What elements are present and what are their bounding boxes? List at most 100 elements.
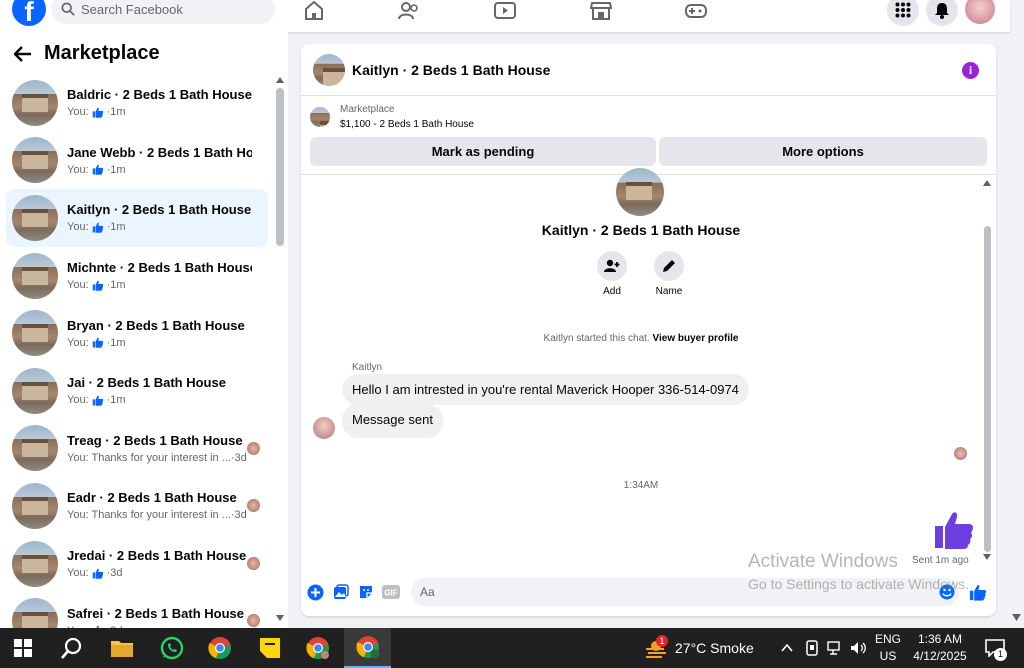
chrome-active-button[interactable]: [344, 628, 391, 668]
conversation-item[interactable]: Treag · 2 Beds 1 Bath House You: Thanks f…: [6, 420, 268, 478]
mark-as-pending-button[interactable]: Mark as pending: [310, 137, 656, 166]
conversation-item[interactable]: Michnte · 2 Beds 1 Bath House You: ·1m: [6, 247, 268, 305]
add-label: Add: [603, 286, 621, 297]
gaming-icon[interactable]: [682, 0, 710, 22]
back-arrow-icon[interactable]: [14, 45, 32, 62]
conversation-preview: You: ·1m: [67, 164, 252, 176]
video-icon[interactable]: [491, 0, 519, 22]
listing-avatar: [12, 425, 58, 472]
weather-text[interactable]: 27°C Smoke: [675, 628, 765, 668]
gif-icon[interactable]: GIF: [382, 583, 400, 601]
weather-widget-icon[interactable]: 1: [640, 628, 672, 668]
conversation-preview: You: ·1m: [67, 394, 252, 406]
windows-taskbar: 1 27°C Smoke ENG US 1:36 AM 4/12/2025 1: [0, 628, 1024, 668]
folder-icon: [111, 641, 133, 657]
send-like-icon[interactable]: [969, 583, 987, 601]
start-button[interactable]: [0, 628, 46, 668]
plus-icon[interactable]: [306, 583, 324, 601]
file-explorer-button[interactable]: [100, 628, 144, 668]
conversation-name: Bryan · 2 Beds 1 Bath House: [67, 317, 245, 333]
photo-icon[interactable]: [332, 583, 350, 601]
pencil-icon: [663, 260, 675, 272]
sender-avatar[interactable]: [313, 417, 335, 439]
marketplace-icon[interactable]: [587, 0, 615, 22]
home-icon[interactable]: [300, 0, 328, 22]
listing-avatar: [12, 252, 58, 299]
listing-small-thumbnail: [310, 107, 330, 127]
conversation-item[interactable]: Eadr · 2 Beds 1 Bath House You: Thanks fo…: [6, 477, 268, 535]
listing-summary[interactable]: Marketplace $1,100 - 2 Beds 1 Bath House: [310, 104, 474, 130]
conversation-name: Eadr · 2 Beds 1 Bath House: [67, 490, 237, 506]
taskbar-search-button[interactable]: [50, 628, 94, 668]
listing-avatar: [12, 367, 58, 414]
show-hidden-icons-chevron-icon[interactable]: [778, 628, 796, 668]
add-action[interactable]: Add: [587, 251, 637, 297]
preview-time: ·1m: [106, 221, 126, 234]
conversation-name: Treag · 2 Beds 1 Bath House: [67, 432, 243, 448]
bell-icon: [935, 2, 949, 19]
conversation-item[interactable]: Baldric · 2 Beds 1 Bath House You: ·1m: [6, 74, 268, 132]
conversation-item[interactable]: Jredai · 2 Beds 1 Bath House You: ·3d: [6, 535, 268, 593]
conversation-preview: You: Thanks for your interest in ... ·3d: [67, 509, 252, 521]
svg-text:GIF: GIF: [384, 589, 397, 598]
sticky-notes-icon: [260, 638, 280, 658]
chrome-button[interactable]: [198, 628, 242, 668]
search-input[interactable]: Search Facebook: [51, 0, 275, 24]
meet-now-icon[interactable]: [802, 628, 822, 668]
page-scroll-down-icon[interactable]: [1012, 614, 1021, 621]
volume-icon[interactable]: [848, 628, 870, 668]
message-bubble[interactable]: Hello I am intrested in you're rental Ma…: [342, 374, 749, 405]
seen-avatar: [247, 499, 260, 513]
friends-icon[interactable]: [395, 0, 423, 22]
clock[interactable]: 1:36 AM 4/12/2025: [908, 628, 972, 668]
action-center-button[interactable]: 1: [980, 628, 1010, 668]
scroll-up-arrow-icon[interactable]: [983, 180, 991, 186]
account-avatar[interactable]: [965, 0, 995, 24]
conversation-name: Michnte · 2 Beds 1 Bath House: [67, 260, 252, 276]
thumbs-up-icon[interactable]: [933, 510, 975, 550]
whatsapp-icon: [160, 636, 184, 660]
thumbs-up-icon: [92, 568, 103, 579]
thumbs-up-icon: [92, 165, 103, 176]
search-placeholder: Search Facebook: [81, 1, 183, 17]
listing-avatar: [12, 310, 58, 357]
sticky-notes-button[interactable]: [248, 628, 292, 668]
whatsapp-button[interactable]: [150, 628, 194, 668]
scroll-down-arrow-icon[interactable]: [983, 554, 991, 560]
facebook-logo[interactable]: f: [12, 0, 46, 26]
conversation-list: Baldric · 2 Beds 1 Bath House You: ·1m Jane…: [6, 74, 268, 650]
conversation-item[interactable]: Jane Webb · 2 Beds 1 Bath House You: ·1m: [6, 132, 268, 190]
conversation-item[interactable]: Kaitlyn · 2 Beds 1 Bath House You: ·1m: [6, 189, 268, 247]
watermark-title: Activate Windows: [748, 551, 898, 572]
conversation-preview: You: ·1m: [67, 337, 252, 349]
conversation-preview: You: ·1m: [67, 221, 252, 233]
listing-profile-picture[interactable]: [616, 168, 664, 216]
network-icon[interactable]: [825, 628, 845, 668]
preview-time: ·3d: [106, 567, 123, 580]
view-buyer-profile-link[interactable]: View buyer profile: [653, 333, 739, 344]
scroll-up-arrow-icon[interactable]: [276, 77, 284, 83]
conversation-preview: You: ·3d: [67, 567, 252, 579]
conversation-item[interactable]: Bryan · 2 Beds 1 Bath House You: ·1m: [6, 304, 268, 362]
chat-title[interactable]: Kaitlyn · 2 Beds 1 Bath House: [352, 62, 550, 78]
chat-scroll-thumb[interactable]: [984, 226, 991, 552]
chat-scrollbar[interactable]: [982, 178, 992, 563]
scroll-down-arrow-icon[interactable]: [276, 615, 284, 621]
listing-avatar: [12, 194, 58, 241]
info-icon[interactable]: i: [962, 62, 979, 79]
sidebar-scrollbar[interactable]: [276, 88, 284, 246]
message-bubble[interactable]: Message sent: [342, 404, 443, 438]
action-center-badge: 1: [994, 648, 1007, 661]
menu-grid-button[interactable]: [887, 0, 919, 26]
conversation-preview: You: ·1m: [67, 279, 252, 291]
sticker-icon[interactable]: [357, 583, 375, 601]
preview-time: ·1m: [106, 106, 126, 119]
listing-price-title: $1,100 - 2 Beds 1 Bath House: [340, 119, 474, 130]
notifications-button[interactable]: [926, 0, 958, 26]
more-options-button[interactable]: More options: [659, 137, 987, 166]
conversation-item[interactable]: Jai · 2 Beds 1 Bath House You: ·1m: [6, 362, 268, 420]
language-indicator[interactable]: ENG US: [873, 628, 903, 668]
listing-thumbnail[interactable]: [313, 53, 345, 86]
chrome-profile-button[interactable]: [296, 628, 340, 668]
name-action[interactable]: Name: [644, 251, 694, 297]
